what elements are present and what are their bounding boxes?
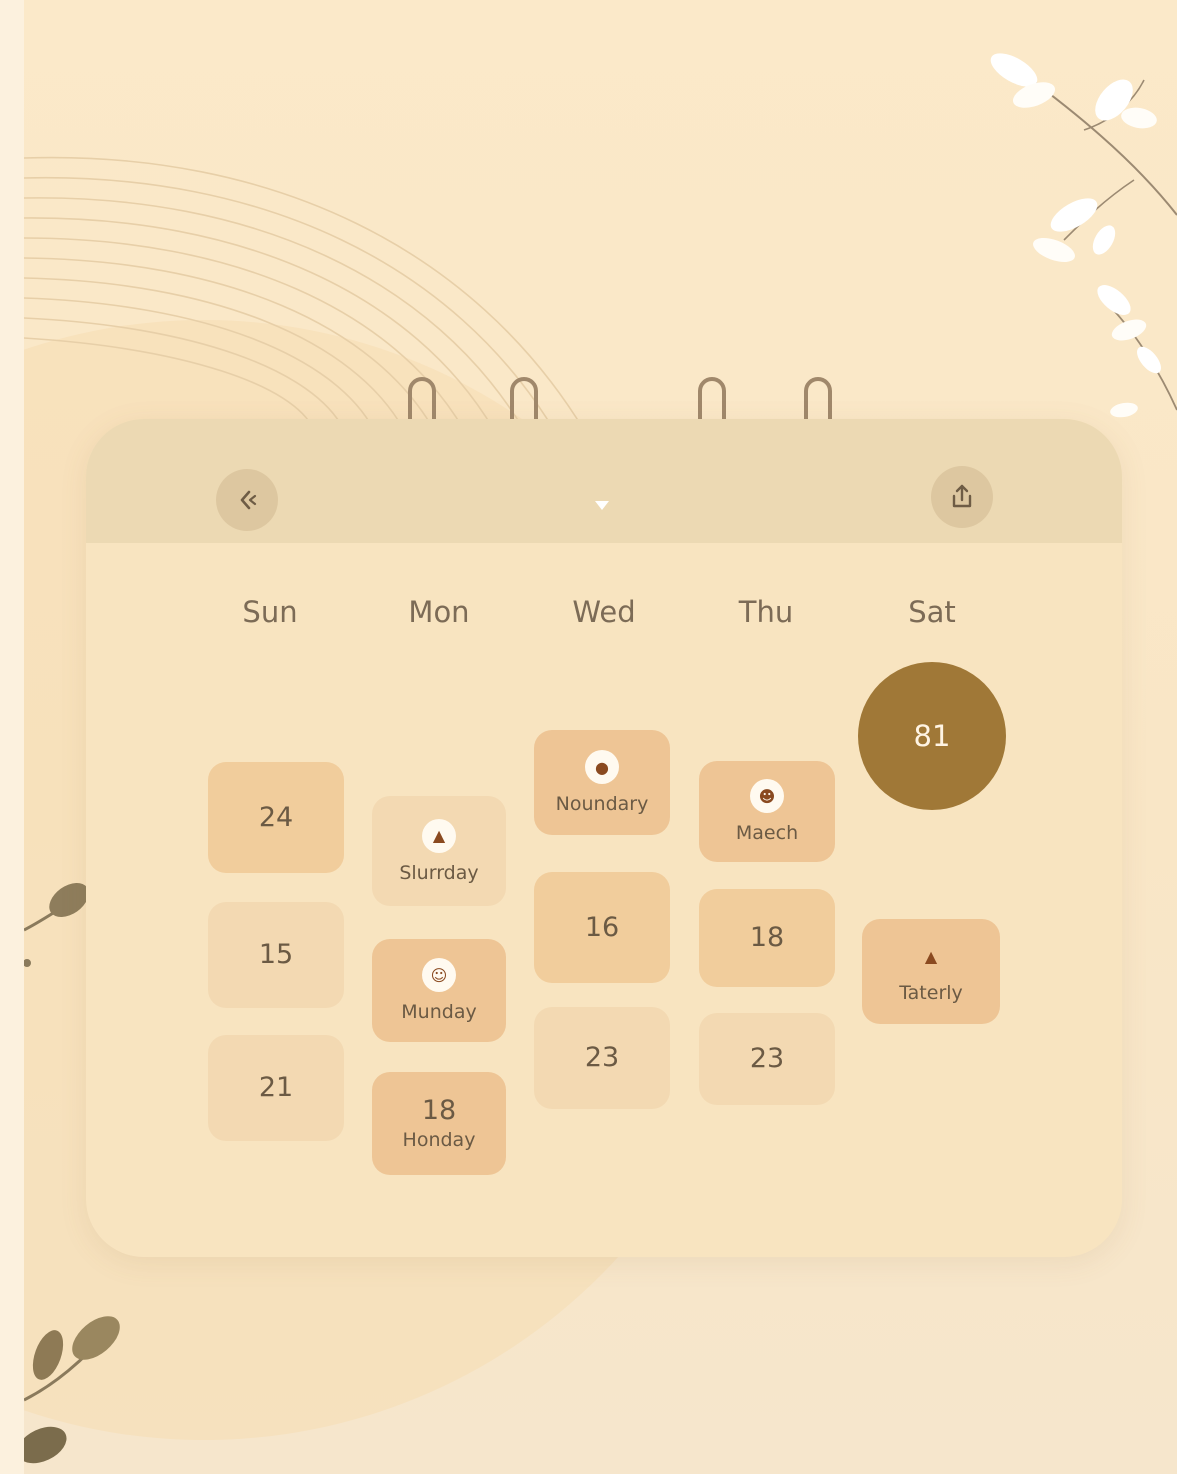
day-number: 16 (584, 911, 620, 943)
day-cell[interactable]: 23 (699, 1013, 835, 1105)
day-label: Taterly (899, 982, 963, 1005)
branch-top-right-decoration (990, 53, 1177, 418)
day-cell[interactable]: 15 (208, 902, 344, 1008)
day-number: 18 (749, 922, 785, 954)
weekday-label: Mon (408, 595, 470, 629)
mushroom-icon: ▲ (422, 818, 456, 853)
selected-day[interactable]: 81 (858, 662, 1006, 810)
calendar-header (86, 419, 1122, 543)
day-number: 18 (421, 1095, 457, 1127)
back-button[interactable] (216, 469, 278, 531)
day-number: 15 (258, 939, 294, 971)
day-label: Noundary (555, 793, 649, 816)
day-cell[interactable]: ▲ Slurrday (372, 796, 506, 906)
day-cell[interactable]: ▲ Taterly (862, 919, 1000, 1024)
weekday-label: Thu (738, 595, 794, 629)
day-label: Honday (402, 1128, 476, 1151)
day-label: Slurrday (399, 861, 479, 884)
day-label: Munday (401, 1001, 477, 1024)
caret-down-icon (595, 501, 609, 510)
smiley-icon: ☻ (750, 779, 784, 814)
cow-icon: ● (585, 750, 619, 785)
double-chevron-left-icon (240, 490, 257, 510)
day-number: 23 (584, 1042, 620, 1074)
day-number: 81 (913, 719, 951, 753)
day-cell[interactable]: 18 Honday (372, 1072, 506, 1175)
day-number: 24 (258, 801, 294, 833)
day-cell[interactable]: 16 (534, 872, 670, 983)
day-number: 21 (258, 1072, 294, 1104)
share-button[interactable] (931, 466, 993, 528)
share-icon (952, 484, 972, 508)
weekday-label: Sun (242, 595, 298, 629)
weekday-label: Wed (572, 595, 636, 629)
month-dropdown[interactable] (591, 495, 613, 515)
day-number: 23 (749, 1043, 785, 1075)
day-cell[interactable]: ● Noundary (534, 730, 670, 835)
day-cell[interactable]: 23 (534, 1007, 670, 1109)
wallpaper: Sun Mon Wed Thu Sat 24 15 21 ▲ Slurrday … (24, 0, 1177, 1474)
mushroom-icon: ▲ (924, 946, 938, 966)
day-cell[interactable]: ☻ Maech (699, 761, 835, 862)
calendar-card: Sun Mon Wed Thu Sat 24 15 21 ▲ Slurrday … (86, 419, 1122, 1257)
weekday-label: Sat (908, 595, 956, 629)
day-cell[interactable]: 21 (208, 1035, 344, 1141)
day-label: Maech (735, 822, 799, 845)
face-icon: ☺ (422, 958, 456, 993)
day-cell[interactable]: 24 (208, 762, 344, 873)
day-cell[interactable]: 18 (699, 889, 835, 987)
day-cell[interactable]: ☺ Munday (372, 939, 506, 1042)
